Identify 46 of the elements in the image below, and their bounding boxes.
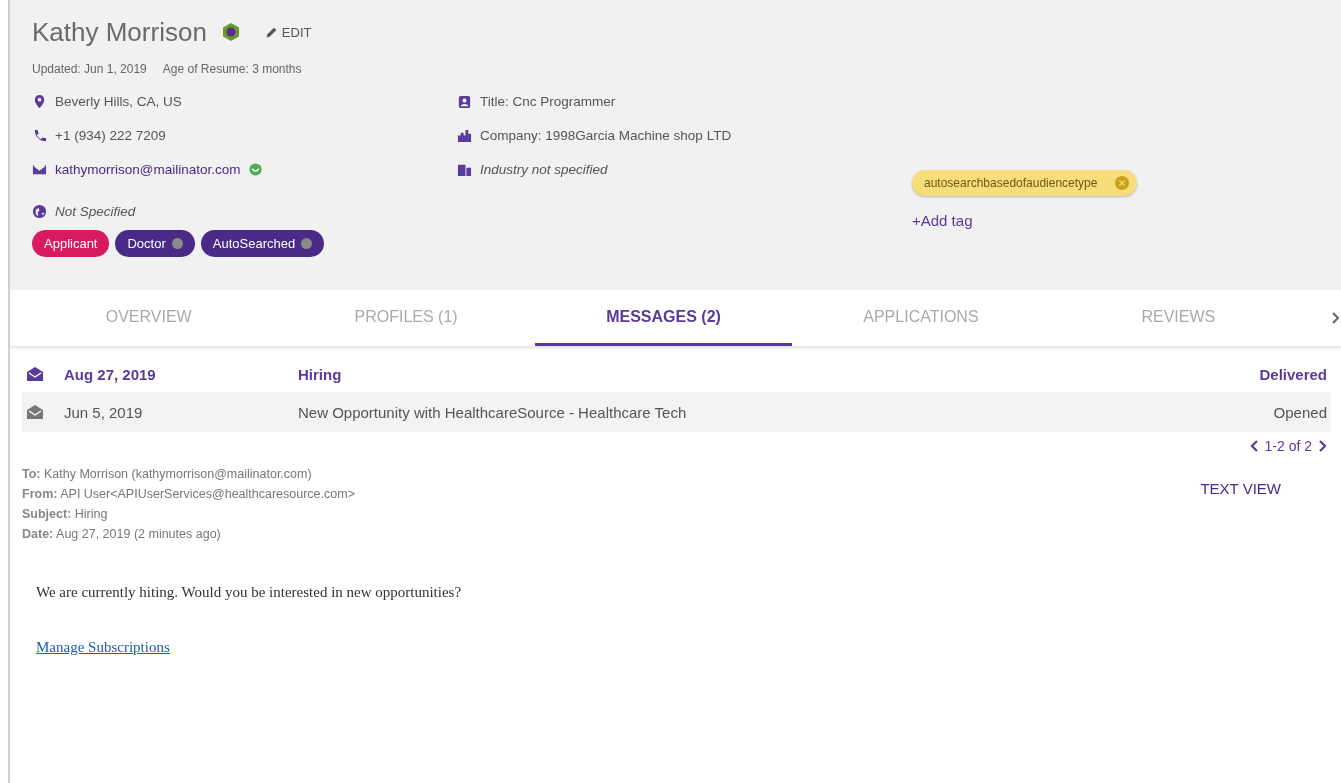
open-envelope-icon: [26, 404, 44, 420]
edit-button[interactable]: EDIT: [254, 24, 312, 40]
message-status: Delivered: [1259, 365, 1327, 383]
email-header-line: From: API User<APIUserServices@healthcaresource.com>: [22, 486, 355, 503]
add-tag-link[interactable]: +Add tag: [912, 212, 973, 229]
text-view-button[interactable]: TEXT VIEW: [1194, 476, 1287, 500]
role-chip[interactable]: Applicant: [32, 230, 110, 257]
job-text: Title: Cnc Programmer: [480, 93, 616, 109]
message-status: Opened: [1273, 403, 1327, 421]
manage-subscriptions-link[interactable]: Manage Subscriptions: [36, 639, 170, 656]
role-chip[interactable]: AutoSearched: [200, 230, 325, 257]
updated-date: Updated: Jun 1, 2019: [32, 62, 147, 76]
contact-text: +1 (934) 222 7209: [55, 127, 166, 143]
hexagon-logo-icon: [220, 22, 241, 42]
message-date: Aug 27, 2019: [64, 365, 157, 383]
pencil-icon: [264, 25, 278, 39]
email-link[interactable]: kathymorrison@mailinator.com: [55, 161, 241, 177]
phone-icon: [32, 127, 47, 143]
contact-text: Beverly Hills, CA, US: [55, 93, 182, 109]
pagination-label: 1-2 of 2: [1264, 438, 1312, 454]
role-chip[interactable]: Doctor: [115, 230, 195, 257]
open-envelope-icon: [26, 366, 44, 382]
message-date: Jun 5, 2019: [64, 403, 144, 421]
tag-chip[interactable]: autosearchbasedofaudiencetype: [912, 170, 1138, 196]
remove-icon[interactable]: [301, 238, 313, 249]
tab[interactable]: MESSAGES (2): [534, 290, 793, 346]
email-header-line: To: Kathy Morrison (kathymorrison@mailinator.com): [22, 466, 313, 483]
message-subject: New Opportunity with HealthcareSource - Healthcare Tech: [298, 403, 688, 421]
resume-age: Age of Resume: 3 months: [162, 62, 302, 76]
email-header-line: Date: Aug 27, 2019 (2 minutes ago): [22, 526, 222, 543]
contact-text: Not Specified: [55, 203, 136, 219]
globe-icon: [32, 203, 47, 219]
remove-icon[interactable]: [171, 238, 183, 249]
job-text: Industry not specified: [480, 161, 608, 177]
candidate-name: Kathy Morrison: [32, 16, 207, 48]
previous-page-icon[interactable]: [1249, 440, 1259, 452]
email-body: We are currently hiting. Would you be interested in new opportunities?: [36, 584, 463, 601]
message-row[interactable]: Jun 5, 2019 New Opportunity with HealthcareSource - Healthcare Tech Opened: [22, 392, 1331, 432]
email-header-line: Subject: Hiring: [22, 506, 109, 523]
next-page-icon[interactable]: [1318, 440, 1327, 452]
job-text: Company: 1998Garcia Machine shop LTD: [480, 127, 732, 143]
location-pin-icon: [32, 93, 47, 109]
message-subject: Hiring: [298, 365, 343, 383]
chevron-right-icon[interactable]: [1331, 311, 1341, 325]
badge-icon: [457, 93, 472, 109]
buildings-icon: [457, 127, 472, 143]
